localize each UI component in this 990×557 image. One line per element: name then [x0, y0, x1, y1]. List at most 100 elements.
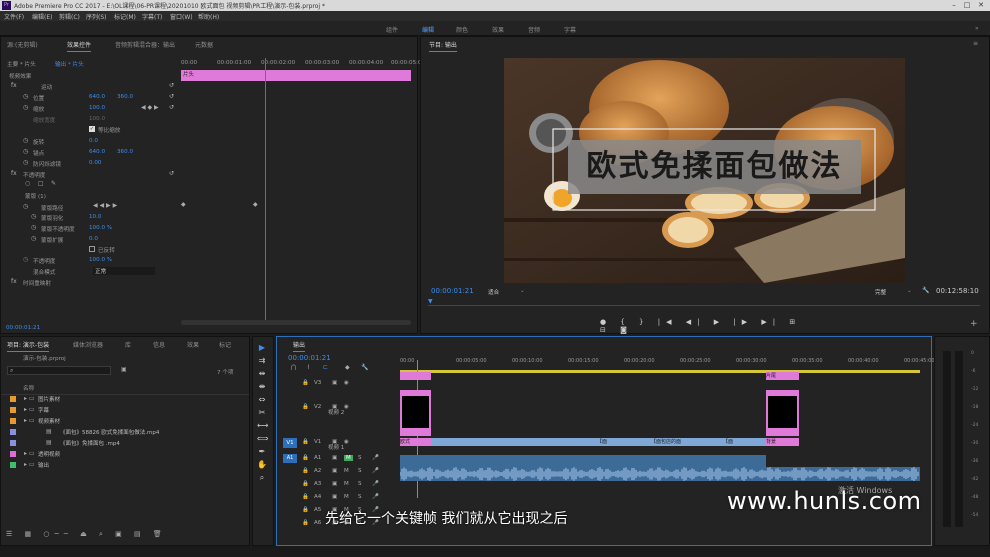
eye-icon[interactable]: ◉	[344, 380, 349, 386]
stopwatch-icon[interactable]: ◷	[23, 203, 28, 210]
opacity-value[interactable]: 100.0 %	[89, 257, 112, 263]
stopwatch-icon[interactable]: ◷	[31, 213, 36, 220]
fx-icon[interactable]: fx	[11, 82, 17, 89]
rotation-value[interactable]: 0.0	[89, 138, 98, 144]
pen-tool-icon[interactable]: ✒	[257, 447, 267, 456]
name-column-header[interactable]: 名称	[23, 384, 34, 392]
blend-mode-select[interactable]: 正常	[93, 267, 155, 275]
stopwatch-icon[interactable]: ◷	[31, 224, 36, 231]
anti-flicker-value[interactable]: 0.00	[89, 160, 101, 166]
uniform-scale-checkbox[interactable]: ✓	[89, 126, 95, 132]
extract-icon[interactable]: ⊟	[600, 326, 612, 334]
step-forward-icon[interactable]: |▶	[733, 318, 753, 326]
stopwatch-icon[interactable]: ◷	[23, 93, 28, 100]
menu-edit[interactable]: 编辑(E)	[32, 12, 52, 21]
track-label-v3[interactable]: V3	[314, 380, 321, 386]
track-label-audio[interactable]: A6	[314, 520, 321, 526]
tab-media-browser[interactable]: 媒体浏览器	[73, 340, 103, 349]
track-label-v1[interactable]: V1	[314, 439, 321, 445]
tab-metadata[interactable]: 元数据	[195, 40, 213, 49]
tab-effects[interactable]: 效果	[187, 340, 199, 349]
nest-icon[interactable]: ⊏	[323, 364, 328, 371]
eye-icon[interactable]: ◉	[344, 439, 349, 445]
mute-button[interactable]: M	[344, 468, 349, 474]
workspace-editing[interactable]: 编辑	[422, 25, 434, 34]
lock-icon[interactable]: 🔒	[302, 404, 309, 410]
menu-help[interactable]: 帮助(H)	[198, 12, 219, 21]
scale-value[interactable]: 100.0	[89, 105, 105, 111]
project-search-input[interactable]: ⌕	[7, 366, 111, 375]
fx-icon[interactable]: fx	[11, 170, 17, 177]
hand-tool-icon[interactable]: ✋	[257, 460, 267, 469]
ec-time-ruler[interactable]: 00:00 00:00:01:00 00:00:02:00 00:00:03:0…	[181, 58, 425, 69]
stopwatch-icon[interactable]: ◷	[23, 104, 28, 111]
timeline-ruler[interactable]: 00:00 00:00:05:00 00:00:10:00 00:00:15:00 00…	[400, 358, 935, 368]
mask-expansion-value[interactable]: 0.0	[89, 236, 98, 242]
step-back-icon[interactable]: ◀|	[686, 318, 706, 326]
workspace-effects[interactable]: 效果	[492, 25, 504, 34]
lift-icon[interactable]: ⊞	[789, 318, 801, 326]
clip-v3-end[interactable]: 片尾	[766, 372, 799, 380]
sync-icon[interactable]: ▣	[332, 481, 337, 487]
mute-button[interactable]: M	[344, 481, 349, 487]
position-x[interactable]: 640.0	[89, 94, 105, 100]
bin-item[interactable]: ▸ ▭ 图片素材	[6, 394, 246, 404]
tab-markers[interactable]: 标记	[219, 340, 231, 349]
workspace-more-icon[interactable]: »	[975, 25, 979, 32]
solo-button[interactable]: S	[358, 494, 362, 500]
minimize-icon[interactable]: –	[948, 1, 960, 10]
mask-track-controls-icon[interactable]: ◀ ◀ ▶ ▶	[93, 202, 117, 209]
zoom-tool-icon[interactable]: ⌕	[257, 473, 267, 483]
reset-icon[interactable]: ↺	[169, 82, 174, 89]
solo-button[interactable]: S	[358, 481, 362, 487]
reset-icon[interactable]: ↺	[169, 93, 174, 100]
clip-v1-start[interactable]: 欧式	[400, 438, 431, 446]
fit-select[interactable]: 适合	[488, 288, 499, 296]
stopwatch-icon[interactable]: ◷	[23, 148, 28, 155]
go-to-out-icon[interactable]: ▶|	[761, 318, 781, 326]
master-clip-label[interactable]: 主要 * 片头	[7, 60, 36, 68]
anchor-y[interactable]: 360.0	[117, 149, 133, 155]
reset-icon[interactable]: ↺	[169, 170, 174, 177]
mask-label[interactable]: 蒙版 (1)	[25, 192, 46, 200]
source-patch-a1[interactable]: A1	[283, 454, 297, 463]
mask-feather-value[interactable]: 10.0	[89, 214, 101, 220]
new-item-icon[interactable]: ▤	[134, 530, 146, 538]
menu-marker[interactable]: 标记(M)	[114, 12, 136, 21]
close-icon[interactable]: ✕	[975, 1, 987, 10]
stopwatch-icon[interactable]: ◷	[23, 256, 28, 263]
track-select-tool-icon[interactable]: ⇉	[257, 356, 267, 365]
tab-program[interactable]: 节目: 输出	[429, 40, 457, 52]
fit-chevron-icon[interactable]: ⌄	[520, 288, 525, 294]
clip-v1-main[interactable]: 【面 【面包店的面 【面	[431, 438, 766, 446]
menu-title[interactable]: 字幕(T)	[142, 12, 162, 21]
workspace-color[interactable]: 颜色	[456, 25, 468, 34]
sync-icon[interactable]: ▣	[332, 494, 337, 500]
solo-button[interactable]: S	[358, 468, 362, 474]
eye-icon[interactable]: ◉	[344, 404, 349, 410]
razor-tool-icon[interactable]: ✂	[257, 408, 267, 417]
keyframe-icon[interactable]: ◆	[253, 201, 258, 208]
list-view-icon[interactable]: ☰	[6, 530, 17, 538]
anchor-x[interactable]: 640.0	[89, 149, 105, 155]
maximize-icon[interactable]: □	[961, 1, 973, 10]
track-label-audio[interactable]: A3	[314, 481, 321, 487]
tab-timeline-sequence[interactable]: 输出	[293, 340, 306, 352]
go-to-in-icon[interactable]: |◀	[658, 318, 678, 326]
wrench-icon[interactable]: 🔧	[922, 287, 929, 294]
track-label-audio[interactable]: A1	[314, 455, 321, 461]
keyframe-icon[interactable]: ◆	[181, 201, 186, 208]
tab-effect-controls[interactable]: 效果控件	[67, 40, 92, 52]
tab-project[interactable]: 项目: 演示-包装	[7, 340, 50, 352]
program-video-frame[interactable]: 欧式免揉面包做法	[504, 58, 905, 283]
inverted-checkbox[interactable]	[89, 246, 95, 252]
new-bin-icon[interactable]: ▣	[115, 530, 127, 538]
add-marker-icon[interactable]: ◆	[345, 364, 350, 371]
clip-v3-start[interactable]	[400, 372, 431, 380]
delete-icon[interactable]: 🗑	[153, 530, 167, 538]
bin-item[interactable]: ▸ ▭ 透明视频	[6, 449, 246, 459]
track-label-v2[interactable]: V2	[314, 404, 321, 410]
lock-icon[interactable]: 🔒	[302, 468, 309, 474]
pen-mask-icon[interactable]: ✎	[51, 180, 56, 187]
bin-item[interactable]: ▸ ▭ 输出	[6, 460, 246, 470]
